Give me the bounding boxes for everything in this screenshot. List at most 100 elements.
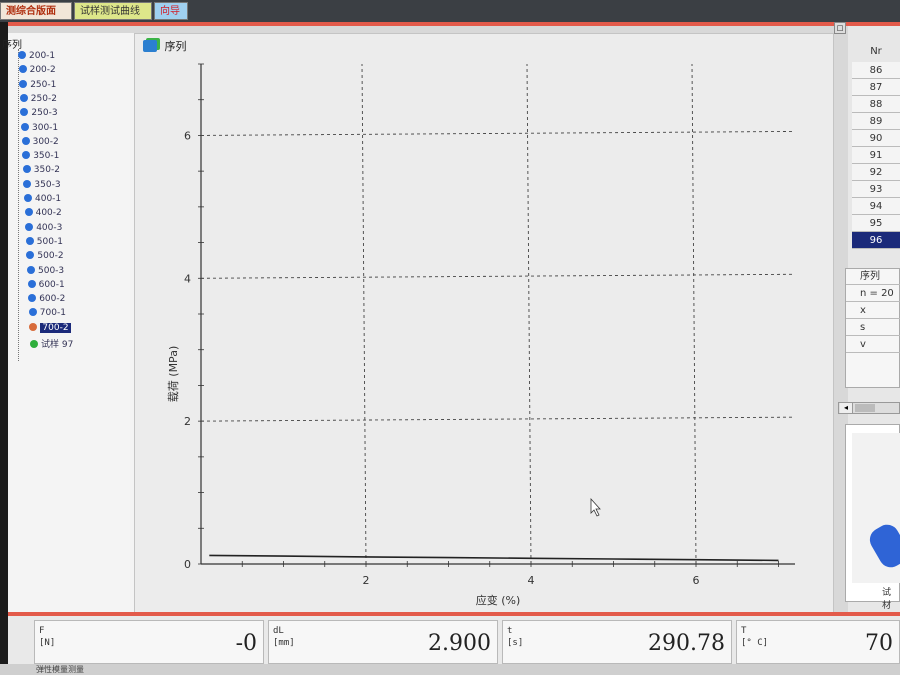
force-label: F [N] bbox=[39, 626, 56, 648]
nr-row[interactable]: 90 bbox=[852, 130, 900, 147]
preview-label: 试材 bbox=[882, 588, 892, 611]
tree-item[interactable]: 250-1 bbox=[19, 79, 56, 93]
x-tick-label: 6 bbox=[693, 574, 700, 587]
sample-ball-icon bbox=[25, 222, 34, 231]
tree-item-label: 300-1 bbox=[32, 122, 59, 133]
time-label: t [s] bbox=[507, 626, 524, 648]
tree-item[interactable]: 200-1 bbox=[18, 51, 55, 64]
sample-ball-icon bbox=[19, 93, 28, 102]
nr-row[interactable]: 91 bbox=[852, 147, 900, 164]
force-readout: F [N] -0 bbox=[34, 620, 264, 664]
tree-item[interactable]: 试样 97 bbox=[30, 337, 73, 350]
tree-item[interactable]: 500-2 bbox=[26, 251, 64, 264]
tree-item-label: 400-3 bbox=[36, 222, 63, 233]
window-restore-button[interactable]: □ bbox=[834, 22, 846, 34]
sample-ball-icon bbox=[24, 194, 32, 202]
nr-row[interactable]: 86 bbox=[852, 62, 900, 79]
nr-row[interactable]: 94 bbox=[852, 198, 900, 215]
stat-title: 序列 bbox=[846, 269, 900, 285]
stress-strain-chart[interactable]: 0 2 4 6 2 4 6 应变 (%) 载荷 (MPa) bbox=[135, 34, 835, 614]
specimen-preview: 试材 bbox=[845, 424, 900, 611]
x-tick-label: 4 bbox=[528, 574, 535, 587]
tree-item[interactable]: 600-2 bbox=[28, 294, 65, 307]
tree-item-label: 350-3 bbox=[34, 179, 61, 190]
tree-item[interactable]: 350-2 bbox=[22, 165, 60, 178]
tree-item-label: 500-3 bbox=[38, 265, 65, 276]
tree-item-label: 600-1 bbox=[38, 279, 65, 290]
tree-item[interactable]: 350-3 bbox=[23, 179, 61, 193]
y-gridline bbox=[200, 130, 796, 136]
stat-n: n = 20 bbox=[846, 286, 900, 302]
time-value: 290.78 bbox=[648, 631, 725, 656]
y-tick-label: 6 bbox=[184, 129, 191, 142]
sample-ball-icon bbox=[21, 136, 30, 145]
nr-row[interactable]: 92 bbox=[852, 164, 900, 181]
tree-item[interactable]: 700-2 bbox=[29, 322, 71, 336]
tree-item-label: 500-2 bbox=[37, 251, 64, 262]
nr-row[interactable]: 88 bbox=[852, 96, 900, 113]
x-gridline bbox=[361, 63, 367, 565]
tree-item-label: 400-1 bbox=[35, 194, 62, 204]
sample-ball-icon bbox=[18, 51, 26, 59]
tree-item[interactable]: 400-3 bbox=[25, 222, 63, 236]
tree-item[interactable]: 700-1 bbox=[28, 308, 66, 321]
series-line bbox=[209, 554, 779, 562]
sample-ball-icon bbox=[27, 279, 36, 288]
tree-item[interactable]: 600-1 bbox=[27, 279, 65, 293]
series-tree: 序列 200-1 200-2 250-1 250-2 250-3 300-1 300-2 35… bbox=[2, 33, 135, 613]
x-gridline bbox=[691, 63, 697, 565]
status-bar: F [N] -0 dL [mm] 2.900 t [s] 290.78 T [°… bbox=[8, 616, 900, 666]
tab-test-curve[interactable]: 试样测试曲线 bbox=[74, 2, 152, 20]
tree-item[interactable]: 300-2 bbox=[21, 136, 59, 150]
x-axis-label: 应变 (%) bbox=[476, 593, 521, 607]
sample-ball-icon bbox=[30, 340, 38, 348]
sample-ball-icon bbox=[26, 251, 35, 260]
tree-item-label: 350-2 bbox=[33, 165, 60, 176]
temperature-value: 70 bbox=[865, 631, 893, 656]
y-tick-label: 0 bbox=[184, 558, 191, 571]
tree-item[interactable]: 300-1 bbox=[21, 122, 59, 136]
tab-bar: 测综合版面 试样测试曲线 向导 bbox=[0, 0, 900, 22]
nr-row[interactable]: 89 bbox=[852, 113, 900, 130]
mouse-cursor-icon bbox=[590, 497, 601, 517]
nr-row[interactable]: 87 bbox=[852, 79, 900, 96]
y-gridline bbox=[200, 416, 796, 422]
nr-row[interactable]: 93 bbox=[852, 181, 900, 198]
temperature-readout: T [° C] 70 bbox=[736, 620, 900, 664]
sample-ball-icon bbox=[19, 79, 28, 88]
force-value: -0 bbox=[235, 631, 257, 656]
tree-item-label: 400-2 bbox=[35, 208, 62, 219]
tree-item-label: 600-2 bbox=[39, 294, 66, 305]
displacement-label: dL [mm] bbox=[273, 626, 295, 648]
tree-item[interactable]: 250-3 bbox=[20, 108, 58, 121]
sample-ball-icon bbox=[28, 308, 37, 317]
y-gridline bbox=[200, 273, 796, 279]
y-tick-label: 2 bbox=[184, 415, 191, 428]
tree-item[interactable]: 250-2 bbox=[19, 93, 57, 107]
tree-item[interactable]: 500-1 bbox=[25, 236, 63, 250]
tree-item[interactable]: 400-2 bbox=[24, 208, 62, 221]
sample-ball-icon bbox=[28, 294, 37, 303]
tree-item[interactable]: 400-1 bbox=[24, 194, 61, 207]
nr-row[interactable]: 95 bbox=[852, 215, 900, 232]
sample-ball-icon bbox=[27, 265, 35, 274]
tab-overview[interactable]: 测综合版面 bbox=[0, 2, 72, 20]
tree-item[interactable]: 200-2 bbox=[18, 65, 56, 78]
tree-item[interactable]: 500-3 bbox=[27, 265, 65, 279]
horizontal-scrollbar[interactable]: ◂ bbox=[838, 402, 900, 414]
time-readout: t [s] 290.78 bbox=[502, 620, 732, 664]
screen-bezel bbox=[0, 0, 8, 675]
sample-ball-icon bbox=[22, 151, 31, 160]
stat-cv: v bbox=[846, 337, 900, 353]
temperature-label: T [° C] bbox=[741, 626, 769, 648]
nr-row[interactable]: 96 bbox=[852, 232, 900, 249]
tree-item-label: 试样 97 bbox=[41, 340, 74, 350]
tab-wizard[interactable]: 向导 bbox=[154, 2, 188, 20]
tree-item[interactable]: 350-1 bbox=[22, 151, 59, 164]
scroll-thumb[interactable] bbox=[855, 404, 875, 412]
scroll-left-icon[interactable]: ◂ bbox=[840, 403, 853, 413]
tree-item-label: 500-1 bbox=[36, 236, 63, 247]
displacement-value: 2.900 bbox=[428, 631, 491, 656]
nr-column-header: Nr bbox=[870, 46, 882, 57]
tree-item-label: 300-2 bbox=[32, 136, 59, 147]
